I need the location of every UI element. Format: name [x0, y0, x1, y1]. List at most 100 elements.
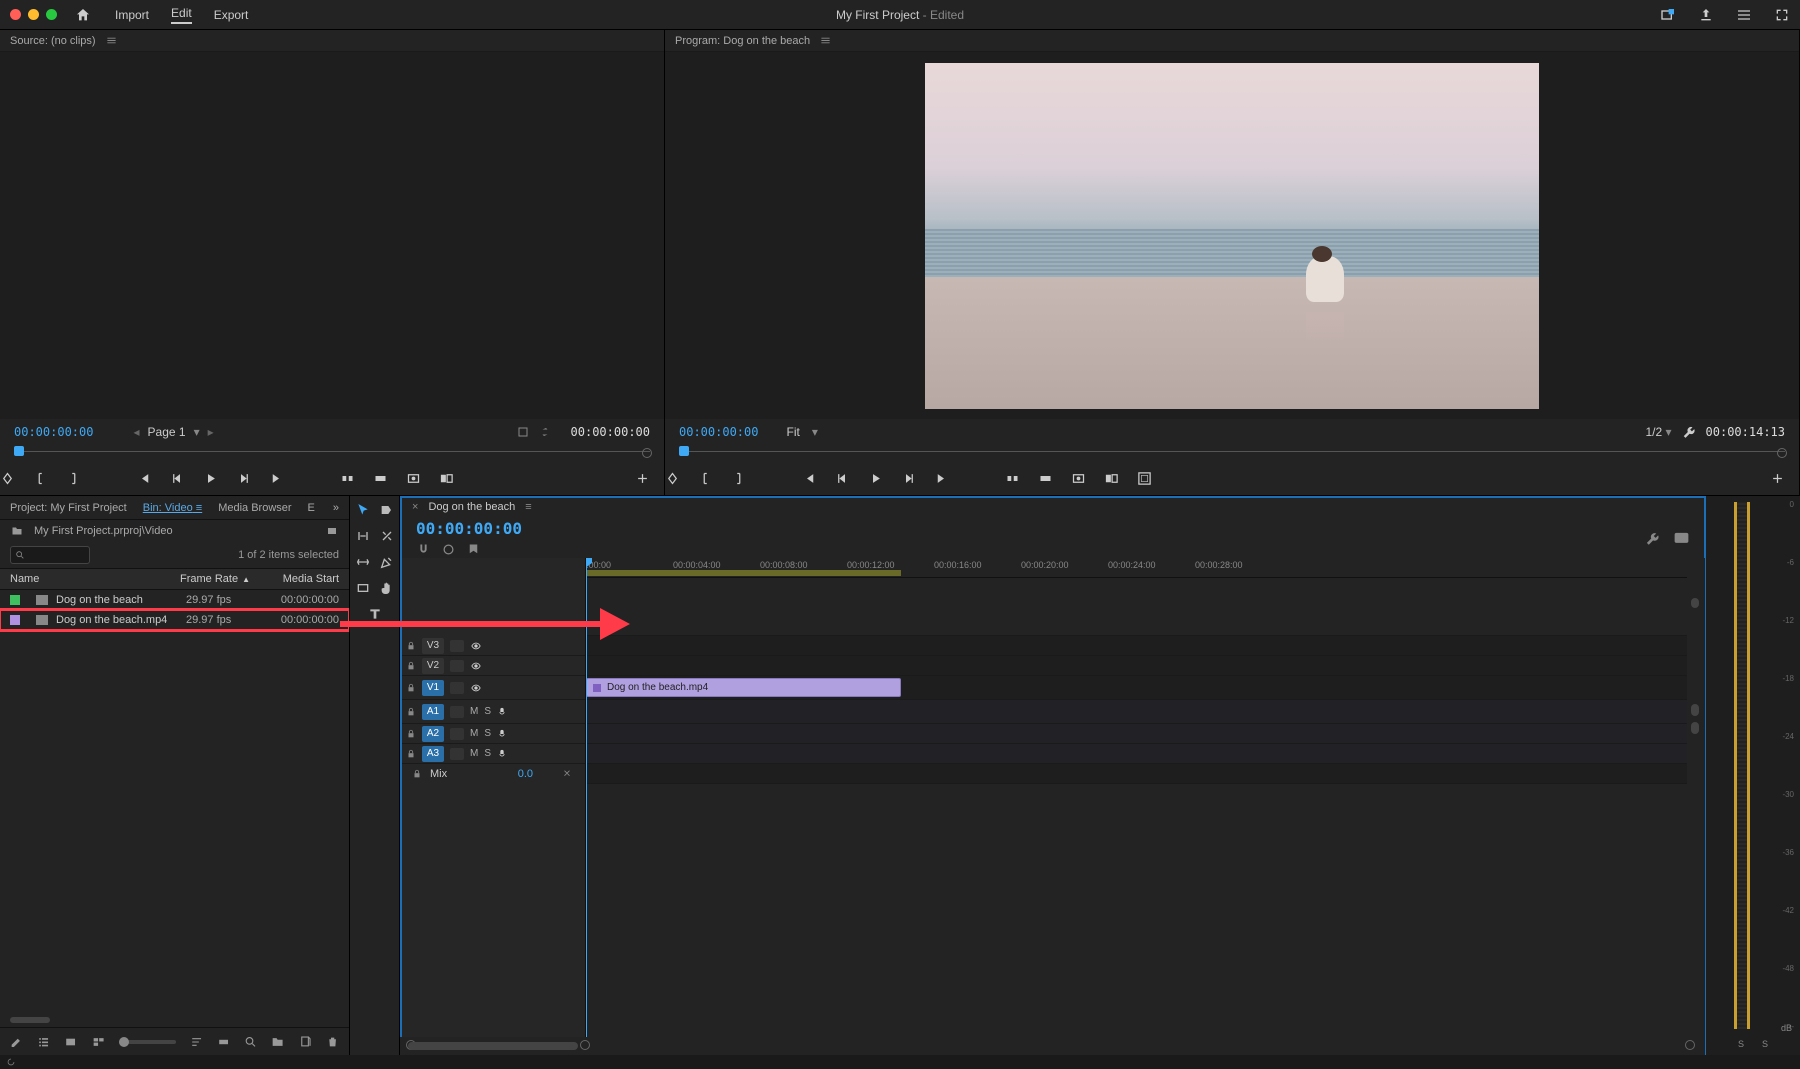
bracket-out-icon[interactable]: [731, 471, 746, 486]
solo-left[interactable]: S: [1738, 1039, 1744, 1049]
tab-project[interactable]: Project: My First Project: [10, 502, 127, 514]
timeline-tracks-area[interactable]: :00:0000:00:04:0000:00:08:0000:00:12:000…: [586, 558, 1687, 1037]
menu-export[interactable]: Export: [214, 8, 249, 22]
track-select-icon[interactable]: [379, 502, 395, 518]
track-a3-lane[interactable]: [586, 744, 1687, 764]
timeline-vscroll[interactable]: [1687, 558, 1705, 1037]
track-v3-lane[interactable]: [586, 636, 1687, 656]
source-page-select[interactable]: ◂Page 1▾▸: [133, 425, 213, 439]
track-header-a1[interactable]: A1MS: [400, 700, 585, 724]
play-icon[interactable]: [868, 471, 883, 486]
writable-icon[interactable]: [325, 525, 339, 537]
lift-icon[interactable]: [1005, 471, 1020, 486]
clip-video[interactable]: Dog on the beach.mp4: [586, 678, 901, 697]
timeline-hscroll[interactable]: [400, 1037, 1705, 1055]
play-icon[interactable]: [203, 471, 218, 486]
insert-icon[interactable]: [340, 471, 355, 486]
close-tab-icon[interactable]: ×: [412, 501, 418, 513]
source-viewport[interactable]: [0, 52, 664, 419]
pen-tool-icon[interactable]: [379, 554, 395, 570]
step-back-icon[interactable]: [835, 471, 850, 486]
slip-tool-icon[interactable]: [355, 554, 371, 570]
bin-row[interactable]: Dog on the beach29.97 fps00:00:00:00: [0, 590, 349, 610]
lock-icon[interactable]: [412, 769, 422, 779]
bin-row[interactable]: Dog on the beach.mp429.97 fps00:00:00:00: [0, 610, 349, 630]
quick-export-icon[interactable]: [1660, 7, 1676, 23]
add-button-icon[interactable]: [635, 471, 650, 486]
playhead[interactable]: [586, 558, 587, 1037]
goto-in-icon[interactable]: [137, 471, 152, 486]
overlay-icon[interactable]: [517, 426, 529, 438]
step-fwd-icon[interactable]: [901, 471, 916, 486]
search-input[interactable]: [10, 546, 90, 564]
find-icon[interactable]: [244, 1035, 257, 1049]
caption-icon[interactable]: [1674, 531, 1689, 546]
goto-out-icon[interactable]: [269, 471, 284, 486]
step-back-icon[interactable]: [170, 471, 185, 486]
share-icon[interactable]: [1698, 7, 1714, 23]
mark-in-icon[interactable]: [665, 471, 680, 486]
program-scrubber[interactable]: [665, 445, 1799, 461]
time-ruler[interactable]: :00:0000:00:04:0000:00:08:0000:00:12:000…: [586, 558, 1687, 578]
track-v1-lane[interactable]: Dog on the beach.mp4: [586, 676, 1687, 700]
window-controls[interactable]: [10, 9, 57, 20]
settings-icon[interactable]: [1645, 531, 1660, 546]
track-header-a2[interactable]: A2MS: [400, 724, 585, 744]
program-viewport[interactable]: [665, 52, 1799, 419]
bracket-in-icon[interactable]: [33, 471, 48, 486]
bin-icon[interactable]: [10, 525, 24, 537]
swap-icon[interactable]: [539, 426, 551, 438]
new-bin-icon[interactable]: [271, 1035, 284, 1049]
track-header-v1[interactable]: V1: [400, 676, 585, 700]
selection-tool-icon[interactable]: [355, 502, 371, 518]
panel-menu-icon[interactable]: [106, 35, 117, 46]
track-header-v3[interactable]: V3: [400, 636, 585, 656]
bin-list[interactable]: Dog on the beach29.97 fps00:00:00:00Dog …: [0, 590, 349, 1013]
solo-right[interactable]: S: [1762, 1039, 1768, 1049]
home-icon[interactable]: [75, 7, 91, 23]
sync-icon[interactable]: [6, 1057, 16, 1067]
safe-margins-icon[interactable]: [1137, 471, 1152, 486]
sequence-tab[interactable]: Dog on the beach: [428, 501, 515, 513]
sort-icon[interactable]: [190, 1035, 203, 1049]
track-mix-lane[interactable]: [586, 764, 1687, 784]
comparison-icon[interactable]: [1104, 471, 1119, 486]
new-item-icon[interactable]: [299, 1035, 312, 1049]
hscroll-thumb[interactable]: [10, 1017, 50, 1023]
snap-icon[interactable]: [416, 542, 431, 557]
overwrite-icon[interactable]: [373, 471, 388, 486]
type-tool-icon[interactable]: [367, 606, 383, 622]
menu-edit[interactable]: Edit: [171, 6, 192, 24]
add-button-icon[interactable]: [1770, 471, 1785, 486]
trash-icon[interactable]: [326, 1035, 339, 1049]
track-header-v2[interactable]: V2: [400, 656, 585, 676]
program-resolution-select[interactable]: 1/2 ▾: [1645, 425, 1671, 439]
fullscreen-icon[interactable]: [1774, 7, 1790, 23]
tab-media-browser[interactable]: Media Browser: [218, 502, 291, 514]
marker-icon[interactable]: [466, 542, 481, 557]
program-timecode-left[interactable]: 00:00:00:00: [679, 425, 758, 439]
icon-view-icon[interactable]: [64, 1035, 77, 1049]
pencil-icon[interactable]: [10, 1035, 23, 1049]
list-view-icon[interactable]: [37, 1035, 50, 1049]
tab-bin[interactable]: Bin: Video ≡: [143, 502, 202, 514]
mix-track-header[interactable]: Mix 0.0: [400, 764, 585, 784]
goto-out-icon[interactable]: [934, 471, 949, 486]
goto-in-icon[interactable]: [802, 471, 817, 486]
track-v2-lane[interactable]: [586, 656, 1687, 676]
comparison-icon[interactable]: [439, 471, 454, 486]
extract-icon[interactable]: [1038, 471, 1053, 486]
track-a2-lane[interactable]: [586, 724, 1687, 744]
track-a1-lane[interactable]: [586, 700, 1687, 724]
track-header-a3[interactable]: A3MS: [400, 744, 585, 764]
automate-icon[interactable]: [217, 1035, 230, 1049]
export-frame-icon[interactable]: [1071, 471, 1086, 486]
breadcrumb[interactable]: My First Project.prproj\Video: [34, 525, 173, 537]
hand-tool-icon[interactable]: [379, 580, 395, 596]
column-headers[interactable]: Name Frame Rate▲ Media Start: [0, 568, 349, 590]
razor-tool-icon[interactable]: [379, 528, 395, 544]
panel-menu-icon[interactable]: [820, 35, 831, 46]
mark-in-icon[interactable]: [0, 471, 15, 486]
source-timecode-left[interactable]: 00:00:00:00: [14, 425, 93, 439]
workspace-icon[interactable]: [1736, 7, 1752, 23]
